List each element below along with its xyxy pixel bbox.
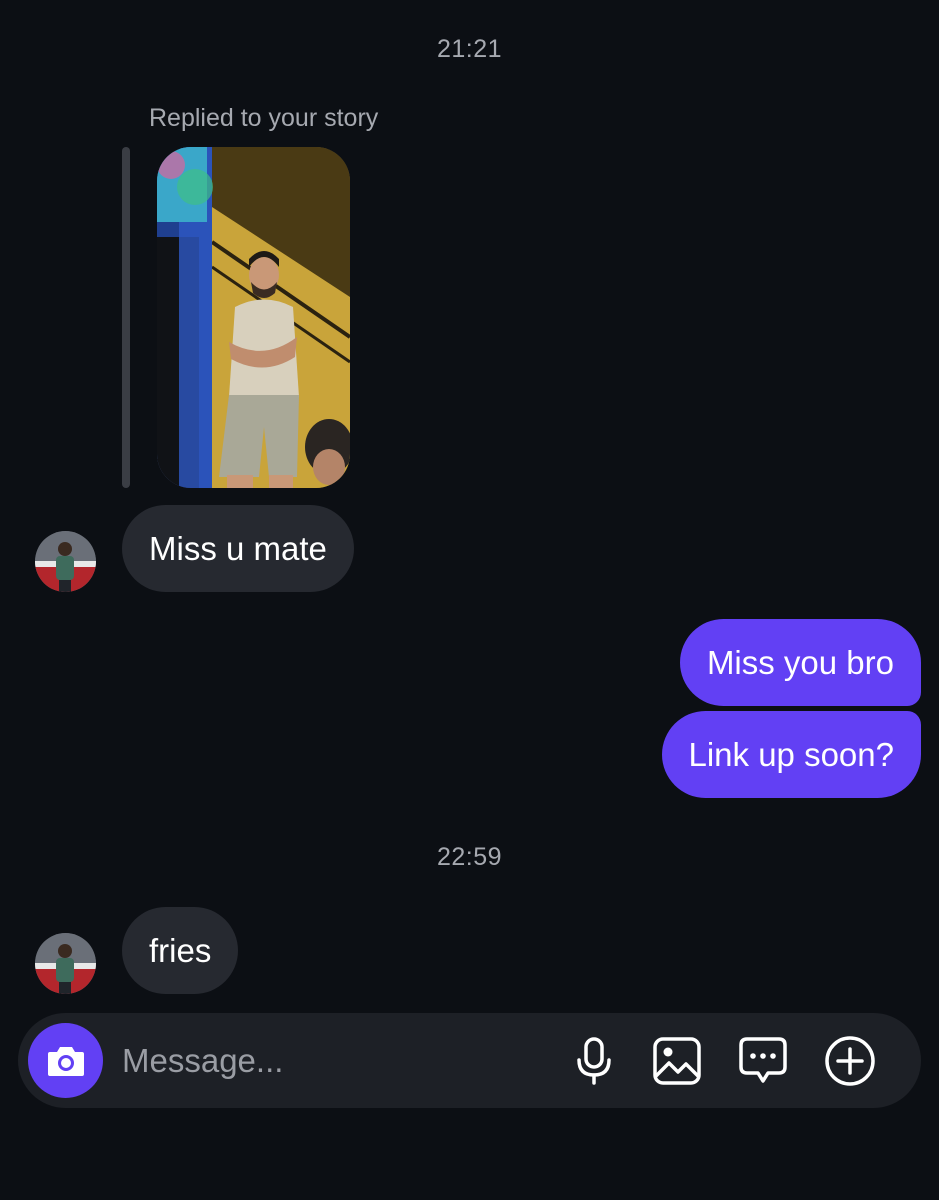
message-input[interactable] — [122, 1033, 542, 1088]
microphone-icon — [577, 1037, 611, 1085]
avatar-image — [35, 933, 96, 994]
reply-indicator-bar — [122, 147, 130, 488]
message-bubble-incoming[interactable]: fries — [122, 907, 239, 994]
timestamp-second: 22:59 — [436, 843, 503, 871]
avatar-image — [35, 531, 96, 592]
contact-avatar[interactable] — [35, 933, 96, 994]
gallery-icon — [653, 1037, 701, 1085]
sticker-chat-button[interactable] — [737, 1035, 789, 1087]
story-thumbnail[interactable] — [157, 147, 350, 488]
message-bubble-outgoing[interactable]: Link up soon? — [661, 711, 921, 798]
story-photo-image — [157, 147, 350, 488]
message-bubble-incoming[interactable]: Miss u mate — [122, 505, 354, 592]
camera-button[interactable] — [28, 1023, 103, 1098]
microphone-button[interactable] — [568, 1035, 620, 1087]
timestamp-first: 21:21 — [436, 35, 503, 63]
add-button[interactable] — [824, 1035, 876, 1087]
add-icon — [825, 1036, 875, 1086]
story-reply-caption: Replied to your story — [149, 104, 379, 132]
contact-avatar[interactable] — [35, 531, 96, 592]
message-bubble-outgoing[interactable]: Miss you bro — [679, 619, 921, 706]
camera-icon — [47, 1046, 84, 1076]
message-composer — [18, 1013, 921, 1108]
sticker-chat-icon — [739, 1037, 787, 1083]
gallery-button[interactable] — [651, 1035, 703, 1087]
